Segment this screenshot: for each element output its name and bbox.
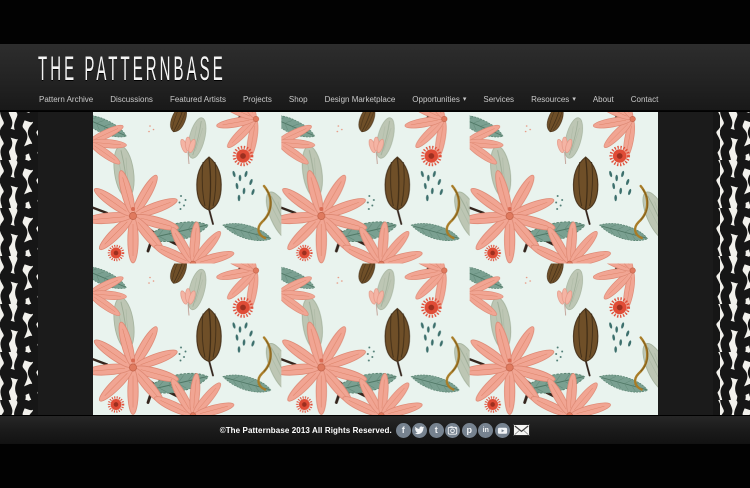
nav-item-shop[interactable]: Shop [289, 95, 308, 104]
page: THE PATTERNBASE Pattern Archive Discussi… [0, 0, 750, 488]
site-logo[interactable]: THE PATTERNBASE [38, 52, 226, 86]
nav-item-design-marketplace[interactable]: Design Marketplace [325, 95, 396, 104]
content-area [0, 112, 750, 415]
nav-label: Services [483, 95, 514, 104]
nav-label: Design Marketplace [325, 95, 396, 104]
facebook-icon: f [402, 426, 405, 435]
tumblr-icon: t [435, 426, 438, 435]
email-link[interactable] [513, 424, 530, 437]
copyright-text: ©The Patternbase 2013 All Rights Reserve… [220, 426, 392, 435]
content-container [38, 112, 713, 415]
site-header: THE PATTERNBASE Pattern Archive Discussi… [0, 44, 750, 111]
youtube-link[interactable] [495, 423, 510, 438]
facebook-link[interactable]: f [396, 423, 411, 438]
floral-pattern-artwork [93, 112, 658, 415]
instagram-icon [447, 425, 458, 436]
pinterest-link[interactable]: p [462, 423, 477, 438]
nav-item-about[interactable]: About [593, 95, 614, 104]
twitter-icon [414, 425, 425, 436]
nav-label: Contact [631, 95, 659, 104]
nav-label: Projects [243, 95, 272, 104]
nav-label: Resources [531, 95, 569, 104]
site-footer: ©The Patternbase 2013 All Rights Reserve… [0, 415, 750, 444]
chevron-down-icon: ▾ [572, 96, 576, 103]
nav-label: Opportunities [412, 95, 460, 104]
header-inner: THE PATTERNBASE Pattern Archive Discussi… [38, 44, 713, 110]
tumblr-link[interactable]: t [429, 423, 444, 438]
twitter-link[interactable] [412, 423, 427, 438]
featured-pattern-image[interactable] [93, 112, 658, 415]
nav-item-opportunities[interactable]: Opportunities▾ [412, 95, 466, 104]
chevron-down-icon: ▾ [463, 96, 467, 103]
nav-label: Featured Artists [170, 95, 226, 104]
main-nav: Pattern Archive Discussions Featured Art… [39, 95, 658, 104]
youtube-icon [497, 425, 508, 436]
nav-item-projects[interactable]: Projects [243, 95, 272, 104]
nav-label: Discussions [110, 95, 153, 104]
social-links: f t p in [396, 423, 531, 438]
instagram-link[interactable] [445, 423, 460, 438]
linkedin-link[interactable]: in [478, 423, 493, 438]
nav-item-pattern-archive[interactable]: Pattern Archive [39, 95, 93, 104]
pinterest-icon: p [467, 426, 473, 435]
nav-item-resources[interactable]: Resources▾ [531, 95, 576, 104]
nav-item-discussions[interactable]: Discussions [110, 95, 153, 104]
nav-item-services[interactable]: Services [483, 95, 514, 104]
nav-item-contact[interactable]: Contact [631, 95, 659, 104]
nav-label: Shop [289, 95, 308, 104]
linkedin-icon: in [483, 427, 489, 434]
nav-item-featured-artists[interactable]: Featured Artists [170, 95, 226, 104]
nav-label: Pattern Archive [39, 95, 93, 104]
nav-label: About [593, 95, 614, 104]
email-icon [514, 425, 529, 435]
